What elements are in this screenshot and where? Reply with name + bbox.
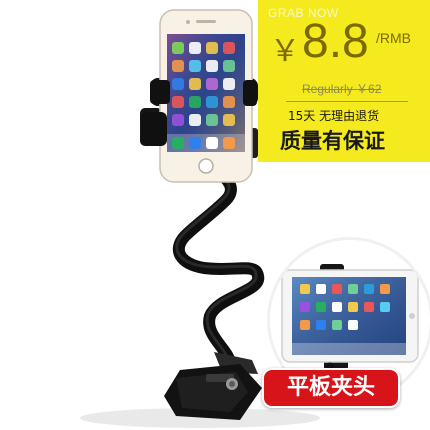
banner-divider — [286, 101, 408, 102]
price-banner: GRAB NOW ￥ 8.8 /RMB Regularly ￥62 15天 无理… — [258, 0, 430, 162]
product-image: GRAB NOW ￥ 8.8 /RMB Regularly ￥62 15天 无理… — [0, 0, 430, 430]
price-unit: /RMB — [376, 30, 411, 46]
home-button-icon — [198, 158, 214, 174]
regular-price: Regularly ￥62 — [302, 82, 382, 96]
returns-policy: 15天 无理由退货 — [288, 109, 380, 123]
quality-guarantee: 质量有保证 — [280, 129, 385, 153]
tablet-clip-label: 平板夹头 — [286, 375, 375, 400]
currency-symbol: ￥ — [270, 35, 300, 68]
price-value: 8.8 — [302, 15, 369, 68]
tablet-clip-tag: 平板夹头 — [262, 368, 400, 408]
